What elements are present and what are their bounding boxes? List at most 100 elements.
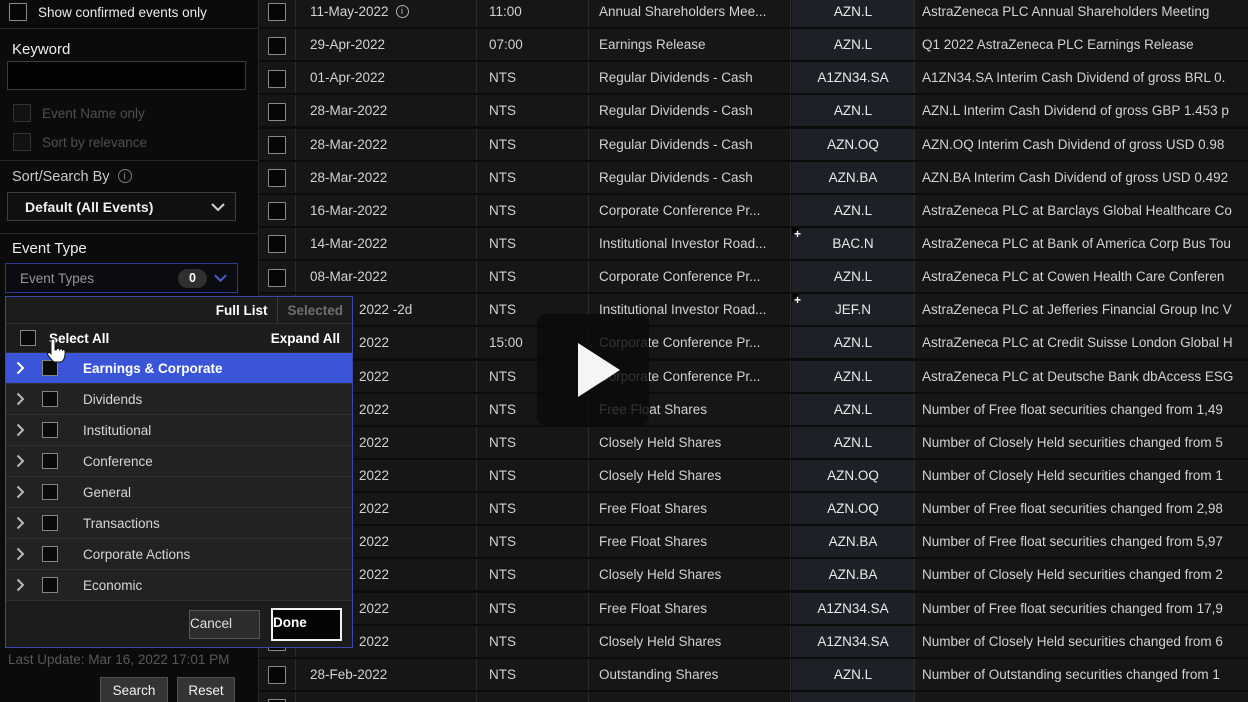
- table-row[interactable]: Feb-2022NTSIssued SharesAZN.LNumber of I…: [259, 692, 1248, 702]
- event-type-cell: Corporate Conference Pr...: [590, 261, 791, 292]
- ric-cell: AZN.L: [792, 659, 915, 690]
- chevron-right-icon[interactable]: [16, 423, 25, 437]
- table-row[interactable]: 202215:00Corporate Conference Pr...AZN.L…: [259, 327, 1248, 360]
- category-label: Dividends: [83, 392, 142, 407]
- hand-cursor-icon: [44, 337, 68, 368]
- chevron-right-icon[interactable]: [16, 454, 25, 468]
- table-row[interactable]: 2022NTSCorporate Conference Pr...AZN.LAs…: [259, 361, 1248, 394]
- event-time: NTS: [478, 228, 589, 259]
- search-button[interactable]: Search: [100, 677, 168, 702]
- event-type-cell: Closely Held Shares: [590, 460, 791, 491]
- table-row[interactable]: 28-Mar-2022NTSRegular Dividends - CashAZ…: [259, 95, 1248, 128]
- tab-selected[interactable]: Selected: [278, 303, 352, 318]
- table-row[interactable]: 29-Apr-202207:00Earnings ReleaseAZN.LQ1 …: [259, 29, 1248, 62]
- category-checkbox[interactable]: [42, 422, 58, 438]
- category-item[interactable]: General: [6, 477, 352, 508]
- row-checkbox[interactable]: [268, 169, 286, 187]
- category-item[interactable]: Corporate Actions: [6, 539, 352, 570]
- table-row[interactable]: 16-Mar-2022NTSCorporate Conference Pr...…: [259, 195, 1248, 228]
- category-checkbox[interactable]: [42, 484, 58, 500]
- category-checkbox[interactable]: [42, 515, 58, 531]
- event-description: Number of Closely Held securities change…: [915, 559, 1248, 590]
- ric-cell: +JEF.N: [792, 294, 915, 325]
- table-row[interactable]: 2022NTSFree Float SharesAZN.LNumber of F…: [259, 394, 1248, 427]
- category-checkbox[interactable]: [42, 453, 58, 469]
- row-checkbox[interactable]: [268, 103, 286, 121]
- event-description: Number of Free float securities changed …: [915, 526, 1248, 557]
- ric-cell: AZN.L: [792, 361, 915, 392]
- category-item[interactable]: Institutional: [6, 415, 352, 446]
- chevron-right-icon[interactable]: [16, 516, 25, 530]
- row-checkbox[interactable]: [268, 269, 286, 287]
- table-row[interactable]: 01-Apr-2022NTSRegular Dividends - CashA1…: [259, 62, 1248, 95]
- table-row[interactable]: 08-Mar-2022NTSCorporate Conference Pr...…: [259, 261, 1248, 294]
- event-description: Number of Issued securities changed from…: [915, 692, 1248, 702]
- chevron-right-icon[interactable]: [16, 547, 25, 561]
- table-row[interactable]: 2022NTSClosely Held SharesAZN.BANumber o…: [259, 559, 1248, 592]
- row-select-cell: [259, 62, 296, 93]
- chevron-right-icon[interactable]: [16, 361, 25, 375]
- table-row[interactable]: 11-May-2022i11:00Annual Shareholders Mee…: [259, 0, 1248, 29]
- chevron-right-icon[interactable]: [16, 578, 25, 592]
- event-description: Number of Free float securities changed …: [915, 394, 1248, 425]
- show-confirmed-row[interactable]: Show confirmed events only: [9, 3, 207, 21]
- event-date: 28-Mar-2022: [296, 129, 477, 160]
- event-time: NTS: [478, 559, 589, 590]
- table-row[interactable]: 2022 -2dNTSInstitutional Investor Road..…: [259, 294, 1248, 327]
- keyword-input[interactable]: [7, 61, 246, 90]
- row-checkbox[interactable]: [268, 70, 286, 88]
- category-label: General: [83, 485, 131, 500]
- video-play-overlay[interactable]: [537, 314, 649, 426]
- expand-all-button[interactable]: Expand All: [271, 331, 340, 346]
- tab-full-list[interactable]: Full List: [216, 303, 278, 318]
- select-all-checkbox[interactable]: [20, 330, 36, 346]
- event-name-only-label: Event Name only: [42, 106, 145, 121]
- event-description: Number of Free float securities changed …: [915, 593, 1248, 624]
- event-type-cell: Free Float Shares: [590, 593, 791, 624]
- ric-cell: AZN.OQ: [792, 129, 915, 160]
- table-row[interactable]: 2022NTSFree Float SharesA1ZN34.SANumber …: [259, 593, 1248, 626]
- sort-search-by-label: Sort/Search Byi: [12, 169, 132, 185]
- category-item[interactable]: Dividends: [6, 384, 352, 415]
- chevron-right-icon[interactable]: [16, 485, 25, 499]
- table-row[interactable]: 2022NTSFree Float SharesAZN.BANumber of …: [259, 526, 1248, 559]
- row-checkbox[interactable]: [268, 202, 286, 220]
- event-type-cell: Regular Dividends - Cash: [590, 162, 791, 193]
- table-row[interactable]: 28-Mar-2022NTSRegular Dividends - CashAZ…: [259, 129, 1248, 162]
- row-checkbox[interactable]: [268, 3, 286, 21]
- category-item[interactable]: Conference: [6, 446, 352, 477]
- event-description: Number of Free float securities changed …: [915, 493, 1248, 524]
- sort-search-value: Default (All Events): [25, 199, 153, 215]
- event-description: Q1 2022 AstraZeneca PLC Earnings Release: [915, 29, 1248, 60]
- row-checkbox[interactable]: [268, 136, 286, 154]
- table-row[interactable]: 2022NTSClosely Held SharesA1ZN34.SANumbe…: [259, 626, 1248, 659]
- category-item[interactable]: Economic: [6, 570, 352, 601]
- table-row[interactable]: 28-Feb-2022NTSOutstanding SharesAZN.LNum…: [259, 659, 1248, 692]
- table-row[interactable]: 14-Mar-2022NTSInstitutional Investor Roa…: [259, 228, 1248, 261]
- row-checkbox[interactable]: [268, 235, 286, 253]
- table-row[interactable]: 28-Mar-2022NTSRegular Dividends - CashAZ…: [259, 162, 1248, 195]
- ric-cell: A1ZN34.SA: [792, 626, 915, 657]
- category-checkbox[interactable]: [42, 391, 58, 407]
- event-time: 11:00: [478, 0, 589, 27]
- event-description: AstraZeneca PLC at Bank of America Corp …: [915, 228, 1248, 259]
- chevron-right-icon[interactable]: [16, 392, 25, 406]
- row-checkbox[interactable]: [268, 666, 286, 684]
- table-row[interactable]: 2022NTSFree Float SharesAZN.OQNumber of …: [259, 493, 1248, 526]
- event-type-cell: Closely Held Shares: [590, 427, 791, 458]
- show-confirmed-checkbox[interactable]: [9, 3, 27, 21]
- done-button[interactable]: Done: [271, 608, 342, 641]
- category-item[interactable]: Transactions: [6, 508, 352, 539]
- event-types-dropdown-button[interactable]: Event Types 0: [5, 263, 238, 293]
- category-checkbox[interactable]: [42, 577, 58, 593]
- cancel-button[interactable]: Cancel: [189, 610, 260, 639]
- table-row[interactable]: 2022NTSClosely Held SharesAZN.LNumber of…: [259, 427, 1248, 460]
- event-time: NTS: [478, 95, 589, 126]
- reset-button[interactable]: Reset: [177, 677, 235, 702]
- sort-search-select[interactable]: Default (All Events): [7, 192, 236, 221]
- event-description: AstraZeneca PLC Annual Shareholders Meet…: [915, 0, 1248, 27]
- table-row[interactable]: 2022NTSClosely Held SharesAZN.OQNumber o…: [259, 460, 1248, 493]
- row-checkbox[interactable]: [268, 37, 286, 55]
- row-select-cell: [259, 129, 296, 160]
- category-checkbox[interactable]: [42, 546, 58, 562]
